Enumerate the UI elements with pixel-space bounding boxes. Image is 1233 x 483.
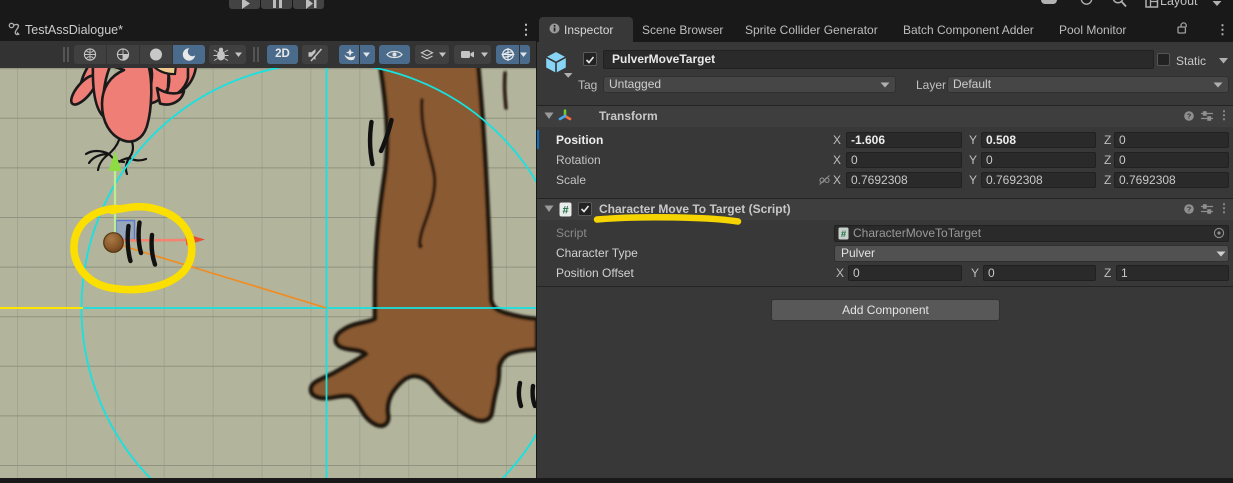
svg-text:?: ? <box>1187 112 1192 121</box>
svg-text:#: # <box>841 229 847 240</box>
svg-text:#: # <box>562 205 568 217</box>
svg-text:?: ? <box>1187 205 1192 214</box>
